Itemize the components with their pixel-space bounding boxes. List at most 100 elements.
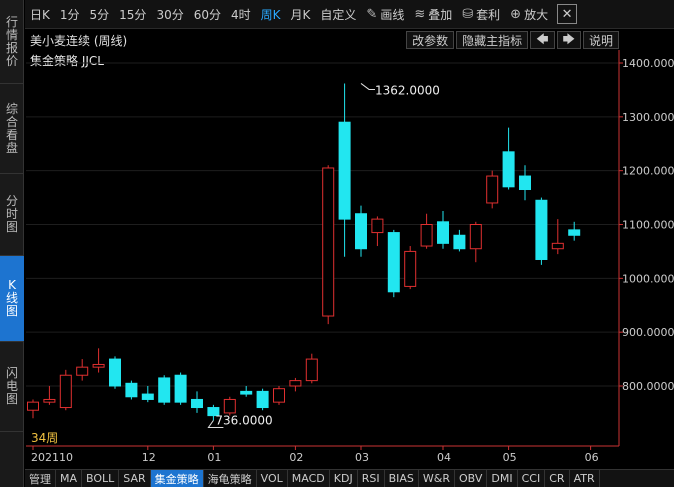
candle-body [502, 151, 515, 188]
candle-body [76, 366, 89, 376]
candle [43, 386, 56, 405]
candle [404, 246, 417, 290]
candle [437, 211, 449, 249]
candle-body [453, 234, 466, 250]
candle [27, 399, 39, 419]
candle-body [305, 358, 318, 382]
indicator-tab-13[interactable]: DMI [487, 470, 518, 487]
indicator-tab-9[interactable]: RSI [358, 470, 385, 487]
candle [125, 380, 138, 400]
high-label: 1362.0000 [375, 83, 440, 97]
y-tick-label: 1400.0000 [622, 57, 674, 70]
x-tick-label: 12 [142, 451, 156, 464]
indicator-tab-6[interactable]: VOL [257, 470, 288, 487]
candle-body [420, 224, 433, 247]
indicator-tab-12[interactable]: OBV [455, 470, 488, 487]
x-tick-label: 01 [207, 451, 221, 464]
indicator-tab-5[interactable]: 海龟策略 [204, 470, 257, 487]
candle-body [92, 363, 105, 368]
candle [305, 353, 318, 384]
x-tick-label: 04 [437, 451, 451, 464]
candle [453, 229, 466, 252]
candle [322, 165, 335, 325]
candle [256, 388, 269, 411]
indicator-tab-15[interactable]: CR [545, 470, 570, 487]
candle-body [273, 388, 285, 403]
y-tick-label: 1200.0000 [622, 165, 674, 178]
period-count-label: 34周 [31, 431, 59, 445]
candle-body [59, 374, 72, 409]
indicator-tab-14[interactable]: CCI [518, 470, 546, 487]
candle [338, 83, 351, 257]
candle [535, 197, 548, 265]
candle-body [27, 401, 39, 411]
y-axis: 1400.0000 1300.0000 1200.0000 1100.0000 1000… [618, 50, 674, 446]
indicator-tab-4[interactable]: 集金策略 [150, 470, 204, 487]
x-tick-label: 05 [503, 451, 517, 464]
candle [141, 386, 154, 403]
y-tick-label: 1300.0000 [622, 111, 674, 124]
candle [273, 386, 285, 405]
indicator-tab-16[interactable]: ATR [570, 470, 600, 487]
indicator-tab-0[interactable]: 管理 [25, 470, 56, 487]
low-label: 736.0000 [215, 413, 272, 427]
x-tick-label: 06 [585, 451, 599, 464]
candle-body [535, 199, 548, 260]
candle-body [469, 224, 482, 250]
candle-body [141, 393, 154, 400]
candle [109, 356, 121, 389]
candle-body [223, 398, 236, 414]
candle-body [338, 121, 351, 220]
candle-body [387, 232, 400, 293]
candle-body [43, 398, 56, 403]
indicator-tab-3[interactable]: SAR [119, 470, 151, 487]
indicator-tab-1[interactable]: MA [56, 470, 83, 487]
candle-body [158, 377, 171, 403]
candle [502, 127, 515, 190]
candle [387, 229, 400, 298]
candle [92, 348, 105, 373]
candle-body [371, 218, 384, 234]
candle [174, 372, 187, 405]
candle-body [289, 380, 302, 387]
candle-body [191, 398, 203, 409]
indicator-tab-11[interactable]: W&R [419, 470, 455, 487]
candle [59, 369, 72, 411]
y-tick-label: 800.0000 [622, 380, 674, 393]
candle [158, 375, 171, 405]
candle [289, 377, 302, 392]
candle-body [355, 213, 367, 250]
high-marker [360, 83, 375, 90]
y-tick-label: 1100.0000 [622, 219, 674, 232]
candle [469, 221, 482, 263]
y-tick-label: 1000.0000 [622, 272, 674, 285]
candle [486, 170, 499, 209]
candlestick-chart[interactable]: 1400.0000 1300.0000 1200.0000 1100.0000 1000… [0, 0, 674, 487]
x-axis: 202110 12 01 02 03 04 05 06 [26, 445, 619, 464]
x-tick-label: 202110 [31, 451, 73, 464]
candle [371, 216, 384, 247]
candle-body [568, 229, 581, 236]
candle [191, 391, 203, 413]
candle-body [256, 390, 269, 409]
indicator-tabs: 管理 MA BOLL SAR 集金策略 海龟策略 VOL MACD KDJ RSI BIAS W&R O… [25, 469, 674, 487]
candle [420, 213, 433, 249]
candle-body [551, 242, 564, 250]
indicator-tab-8[interactable]: KDJ [330, 470, 358, 487]
candle [355, 205, 367, 257]
candle-body [240, 390, 253, 395]
indicator-tab-7[interactable]: MACD [288, 470, 330, 487]
candle-body [486, 175, 499, 204]
candle-body [125, 382, 138, 398]
candle-body [437, 221, 449, 244]
candle [240, 386, 253, 397]
candle-body [174, 374, 187, 403]
candle-body [519, 175, 531, 191]
indicator-tab-10[interactable]: BIAS [385, 470, 419, 487]
candle [76, 359, 89, 381]
indicator-tab-2[interactable]: BOLL [82, 470, 120, 487]
y-tick-label: 900.0000 [622, 326, 674, 339]
x-tick-label: 03 [355, 451, 369, 464]
candle-body [322, 167, 335, 317]
candle-body [404, 250, 417, 287]
